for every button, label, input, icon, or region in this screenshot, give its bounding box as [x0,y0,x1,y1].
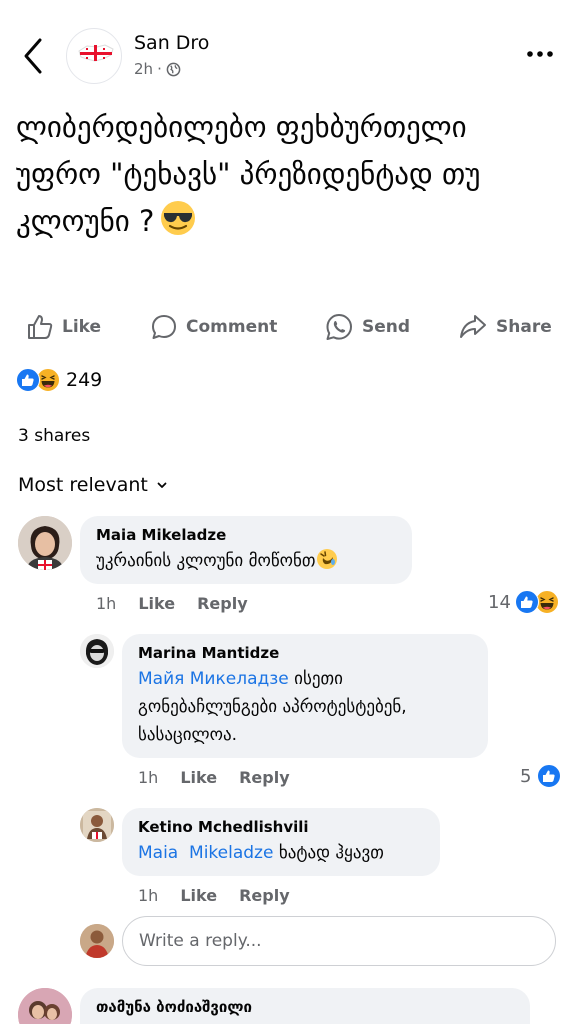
post-time: 2h [134,60,154,78]
comment-label: Comment [186,317,278,337]
share-label: Share [496,317,552,337]
comment-bubble: თამუნა ბოძიაშვილი [80,988,530,1024]
meta-separator: · [157,60,162,78]
commenter-name[interactable]: Marina Mantidze [138,644,472,662]
chevron-down-icon [157,482,167,488]
comment-actions: 1h Like Reply [138,886,290,905]
profile-photo-icon [18,516,72,570]
commenter-avatar[interactable] [80,634,114,668]
share-count[interactable]: 3 shares [18,426,90,446]
more-options-icon[interactable] [522,44,558,64]
reaction-count: 249 [66,369,103,391]
georgian-flag-map-icon [78,44,114,62]
like-thumb-icon [28,315,53,339]
comment-body: ხატად ჰყავთ [278,843,384,863]
comment-like-button[interactable]: Like [138,594,175,613]
like-button[interactable]: Like [26,306,101,348]
comment-text: Майя Микеладзе ისეთი გონებაჩლუნგები აპრო… [138,665,472,749]
post-meta: 2h · [134,60,181,78]
comment-button[interactable]: Comment [150,306,277,348]
comment-text: უკრაინის კლოუნი მოწონთ [96,547,396,575]
comment-like-button[interactable]: Like [180,768,217,787]
author-name[interactable]: San Dro [134,32,209,54]
comment-time: 1h [138,768,159,787]
comment-reactions[interactable]: 14 [488,590,559,614]
commenter-name[interactable]: Maia Mikeladze [96,526,396,544]
like-reaction-icon [537,764,562,788]
comment-text: Maia Mikeladze ხატად ჰყავთ [138,839,424,867]
sort-label: Most relevant [18,474,148,496]
comment-time: 1h [138,886,159,905]
comment-bubble: Marina Mantidze Майя Микеладзе ისეთი გონ… [122,634,488,758]
comment-sort-dropdown[interactable]: Most relevant [18,474,168,496]
author-avatar[interactable] [66,28,122,84]
comment-reactions[interactable]: 5 [520,764,562,788]
send-label: Send [362,317,411,337]
like-reaction-icon [514,590,539,614]
comment-bubble: Maia Mikeladze უკრაინის კლოუნი მოწონთ [80,516,412,584]
comment-reply-button[interactable]: Reply [239,886,290,905]
commenter-avatar[interactable] [18,988,72,1024]
comment-reply-button[interactable]: Reply [197,594,248,613]
comment-body: უკრაინის კლოუნი მოწონთ [96,551,316,571]
mention-link[interactable]: Maia Mikeladze [138,843,273,863]
comment-actions: 1h Like Reply [138,768,290,787]
comment-reaction-count: 14 [488,591,511,613]
comment-bubble: Ketino Mchedlishvili Maia Mikeladze ხატა… [122,808,440,876]
smiling-face-with-sunglasses-emoji [161,201,196,235]
profile-photo-icon [80,634,114,668]
share-button[interactable]: Share [458,306,552,348]
rolling-on-floor-laughing-emoji [316,549,337,569]
share-arrow-icon [460,315,486,338]
globe-icon [166,62,181,76]
mention-link[interactable]: Майя Микеладзе [138,669,289,689]
profile-photo-icon [80,808,114,842]
commenter-name[interactable]: თამუნა ბოძიაშვილი [96,998,514,1016]
reply-input[interactable] [122,916,556,966]
like-label: Like [62,317,102,337]
send-button[interactable]: Send [324,306,410,348]
comment-reply-button[interactable]: Reply [239,768,290,787]
post-body: ლიბერდებილებო ფეხბურთელი უფრო "ტეხავს" პ… [16,110,481,238]
post-header: San Dro 2h · [0,0,574,110]
like-reaction-icon [16,368,40,392]
whatsapp-icon [326,314,352,340]
post-action-bar: Like Comment Send Share [0,306,574,348]
commenter-name[interactable]: Ketino Mchedlishvili [138,818,424,836]
commenter-avatar[interactable] [80,808,114,842]
commenter-avatar[interactable] [18,516,72,570]
comment-reaction-count: 5 [520,765,532,787]
comment-actions: 1h Like Reply [96,594,248,613]
profile-photo-icon [80,924,114,958]
post-reactions[interactable]: 249 [16,368,102,392]
comment-time: 1h [96,594,117,613]
current-user-avatar[interactable] [80,924,114,958]
profile-photo-icon [18,988,72,1024]
comment-like-button[interactable]: Like [180,886,217,905]
post-text: ლიბერდებილებო ფეხბურთელი უფრო "ტეხავს" პ… [16,104,556,245]
back-arrow-icon[interactable] [20,36,46,76]
comment-bubble-icon [152,315,176,339]
